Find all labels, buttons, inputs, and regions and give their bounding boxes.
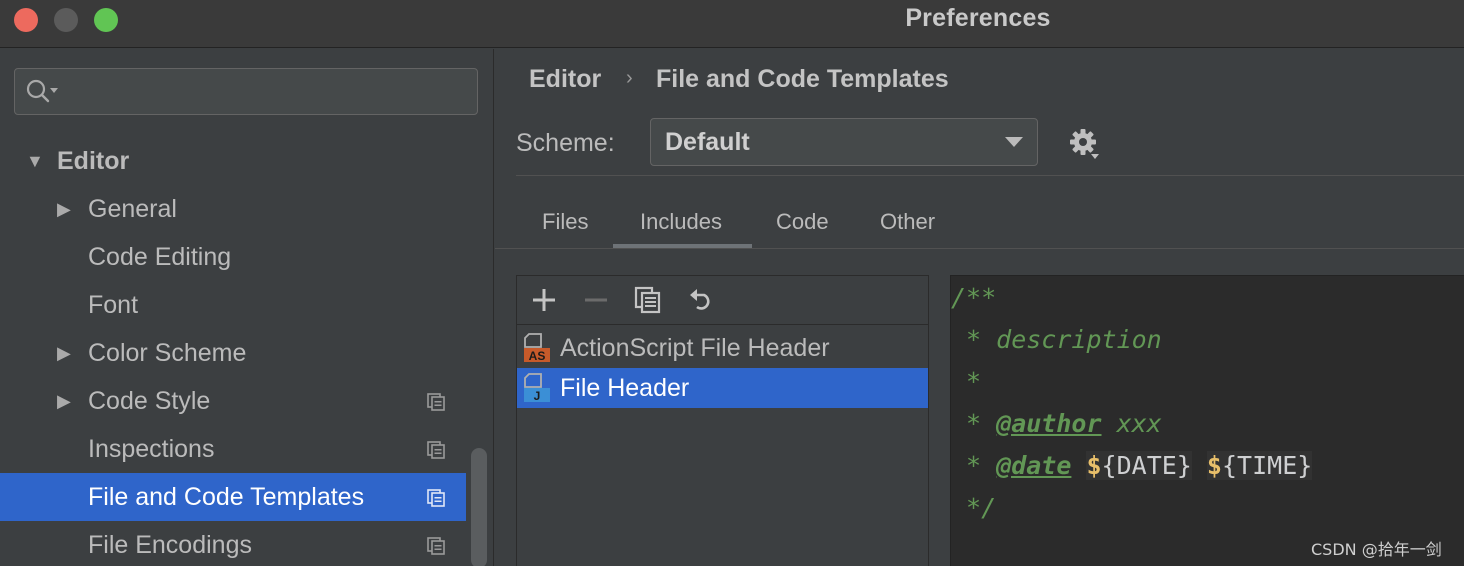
sidebar-item-label: Font bbox=[88, 291, 139, 319]
tabs-divider bbox=[495, 248, 1464, 249]
file-type-badge: AS bbox=[529, 349, 546, 363]
search-icon bbox=[26, 79, 58, 103]
code-line: * @date ${DATE} ${TIME} bbox=[951, 451, 1313, 480]
code-line: * description bbox=[951, 325, 1162, 354]
project-scope-icon bbox=[427, 489, 445, 507]
chevron-down-icon bbox=[1005, 137, 1023, 147]
main-panel: Editor › File and Code Templates Scheme:… bbox=[495, 49, 1464, 566]
sidebar-item-general[interactable]: ▶ General bbox=[0, 185, 466, 233]
code-line: /** bbox=[951, 283, 997, 312]
sidebar-item-label: Code Editing bbox=[88, 243, 232, 271]
template-list-toolbar bbox=[517, 276, 928, 325]
scheme-value: Default bbox=[665, 128, 750, 156]
code-line: * @author xxx bbox=[951, 409, 1162, 438]
sidebar-item-label: General bbox=[88, 195, 177, 223]
expand-arrow-right-icon[interactable]: ▶ bbox=[57, 329, 71, 377]
tab-code[interactable]: Code bbox=[776, 209, 829, 235]
minus-icon[interactable] bbox=[582, 286, 610, 314]
sidebar-item-color-scheme[interactable]: ▶ Color Scheme bbox=[0, 329, 466, 377]
window-title: Preferences bbox=[905, 4, 1051, 32]
settings-search-input[interactable] bbox=[14, 68, 478, 115]
breadcrumb-separator: › bbox=[626, 67, 633, 89]
template-list-panel: AS ActionScript File Header J File Header bbox=[516, 275, 929, 566]
gear-icon[interactable] bbox=[1068, 127, 1102, 161]
breadcrumb-parent[interactable]: Editor bbox=[529, 65, 601, 94]
plus-icon[interactable] bbox=[530, 286, 558, 314]
template-item-file-header[interactable]: J File Header bbox=[517, 368, 928, 408]
copy-icon[interactable] bbox=[634, 286, 662, 314]
javadoc-date-tag: @date bbox=[996, 451, 1072, 480]
sidebar-item-label: Color Scheme bbox=[88, 339, 247, 367]
template-item-label: File Header bbox=[560, 374, 690, 402]
sidebar-item-code-editing[interactable]: Code Editing bbox=[0, 233, 466, 281]
sidebar-item-label: Inspections bbox=[88, 435, 215, 463]
code-line: */ bbox=[951, 493, 997, 522]
undo-icon[interactable] bbox=[687, 286, 715, 314]
template-item-actionscript-file-header[interactable]: AS ActionScript File Header bbox=[517, 328, 928, 368]
breadcrumb-current: File and Code Templates bbox=[656, 65, 949, 93]
watermark: CSDN @拾年一剑 bbox=[1311, 540, 1442, 559]
expand-arrow-down-icon[interactable]: ▼ bbox=[26, 137, 44, 185]
scheme-dropdown[interactable]: Default bbox=[650, 118, 1038, 166]
header-divider bbox=[516, 175, 1464, 176]
sidebar-item-label: File Encodings bbox=[88, 531, 252, 559]
sidebar-item-code-style[interactable]: ▶ Code Style bbox=[0, 377, 466, 425]
scheme-label: Scheme: bbox=[516, 129, 615, 157]
sidebar-item-editor[interactable]: ▼ Editor bbox=[0, 137, 466, 185]
project-scope-icon bbox=[427, 537, 445, 555]
tab-other[interactable]: Other bbox=[880, 209, 935, 235]
sidebar-scrollbar[interactable] bbox=[471, 448, 487, 566]
code-line: * bbox=[951, 367, 982, 396]
template-item-label: ActionScript File Header bbox=[560, 334, 830, 362]
sidebar-item-font[interactable]: Font bbox=[0, 281, 466, 329]
file-template-icon: J bbox=[524, 373, 550, 403]
title-bar: Preferences bbox=[0, 0, 1464, 48]
javadoc-author-tag: @author bbox=[996, 409, 1102, 438]
template-variable-time: ${TIME} bbox=[1206, 451, 1313, 480]
sidebar-item-label: Code Style bbox=[88, 387, 211, 415]
template-code-editor[interactable]: /** * description * * @author xxx * @dat… bbox=[950, 275, 1464, 566]
tab-files[interactable]: Files bbox=[542, 209, 588, 235]
sidebar-item-file-and-code-templates[interactable]: File and Code Templates bbox=[0, 473, 466, 521]
expand-arrow-right-icon[interactable]: ▶ bbox=[57, 377, 71, 425]
tab-includes[interactable]: Includes bbox=[640, 209, 722, 235]
expand-arrow-right-icon[interactable]: ▶ bbox=[57, 185, 71, 233]
settings-sidebar: ▼ Editor ▶ General Code Editing Font ▶ Color Sc… bbox=[0, 49, 494, 566]
project-scope-icon bbox=[427, 393, 445, 411]
file-template-icon: AS bbox=[524, 333, 550, 363]
sidebar-item-label: File and Code Templates bbox=[88, 483, 365, 511]
template-variable-date: ${DATE} bbox=[1086, 451, 1192, 480]
project-scope-icon bbox=[427, 441, 445, 459]
sidebar-item-label: Editor bbox=[57, 147, 130, 175]
sidebar-item-file-encodings[interactable]: File Encodings bbox=[0, 521, 466, 566]
sidebar-item-inspections[interactable]: Inspections bbox=[0, 425, 466, 473]
file-type-badge: J bbox=[534, 389, 541, 403]
